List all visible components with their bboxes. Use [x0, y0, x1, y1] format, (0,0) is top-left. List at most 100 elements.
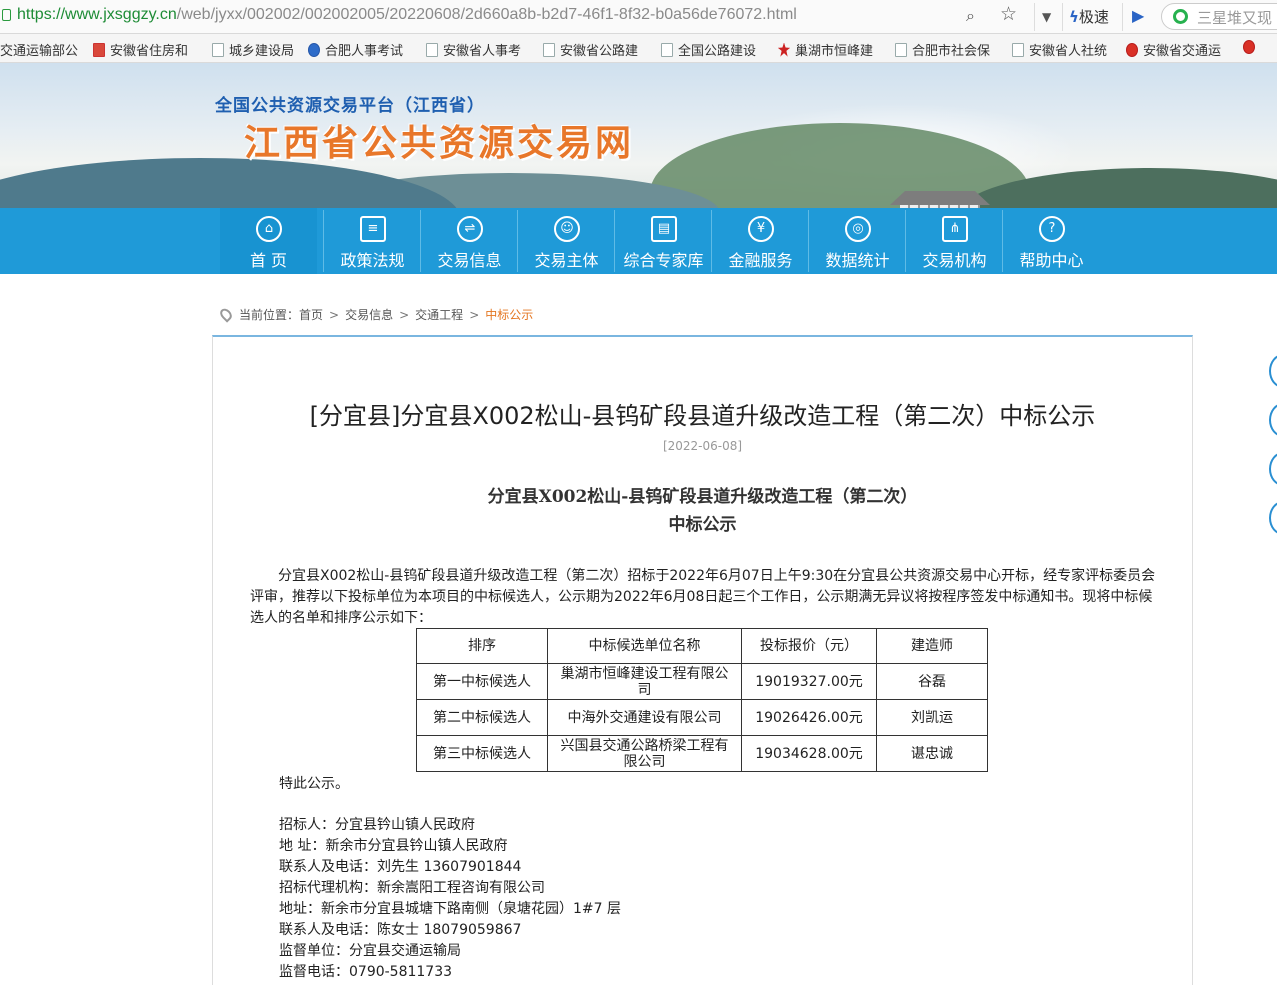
- nav-item-trade-info[interactable]: ⇌ 交易信息: [421, 208, 518, 274]
- table-header: 排序: [416, 628, 548, 664]
- page-icon: [2, 9, 11, 21]
- org-chart-icon: ⋔: [942, 216, 968, 242]
- contact-line: 联系人及电话：刘先生 13607901844: [279, 859, 522, 875]
- contact-line: 监督电话：0790-5811733: [279, 964, 453, 980]
- bookmark-item[interactable]: 安徽省人社统: [1012, 40, 1107, 59]
- subtitle-line: 中标公示: [668, 515, 737, 535]
- bookmark-item[interactable]: 全国公路建设: [661, 40, 756, 59]
- bookmark-item[interactable]: 巢湖市恒峰建: [778, 40, 873, 59]
- speed-mode-button[interactable]: ϟ极速: [1069, 6, 1109, 27]
- bookmark-label: 安徽省人社统: [1029, 44, 1108, 59]
- breadcrumb-link[interactable]: 交易信息: [345, 306, 393, 323]
- table-cell: 巢湖市恒峰建设工程有限公司: [547, 663, 742, 700]
- table-header: 建造师: [876, 628, 988, 664]
- bookmark-label: 安徽省交通运: [1143, 44, 1222, 59]
- address-bar: https://www.jxsggzy.cn/web/jyxx/002002/0…: [0, 0, 1277, 34]
- table-header-row: 排序 中标候选单位名称 投标报价（元） 建造师: [416, 628, 988, 664]
- nav-item-finance[interactable]: ¥ 金融服务: [712, 208, 809, 274]
- float-button[interactable]: [1269, 452, 1277, 486]
- user-icon: ☺: [554, 216, 580, 242]
- table-cell: 第三中标候选人: [416, 735, 548, 772]
- article-date: [2022-06-08]: [662, 439, 743, 453]
- bookmark-item[interactable]: 安徽省人事考: [426, 40, 521, 59]
- url-host: https://www.jxsggzy.cn: [17, 6, 177, 23]
- bookmark-item[interactable]: 城乡建设局: [212, 40, 294, 59]
- play-icon[interactable]: ▶: [1132, 6, 1144, 25]
- bookmark-item[interactable]: 安徽省住房和: [93, 40, 188, 59]
- nav-label: 政策法规: [340, 251, 405, 270]
- subtitle-line: 分宜县X002松山-县钨矿段县道升级改造工程（第二次）: [487, 487, 918, 507]
- nav-item-home[interactable]: ⌂ 首 页: [220, 208, 317, 274]
- search-box[interactable]: 三星堆又现: [1161, 3, 1277, 30]
- search-text: 三星堆又现: [1197, 9, 1273, 27]
- bookmark-label: 合肥人事考试: [325, 44, 404, 59]
- bookmark-item[interactable]: 合肥人事考试: [308, 40, 403, 59]
- float-button[interactable]: [1269, 403, 1277, 437]
- nav-label: 交易信息: [437, 251, 502, 270]
- float-button[interactable]: [1269, 354, 1277, 388]
- page-icon: [212, 42, 224, 57]
- page-icon: [661, 42, 673, 57]
- star-icon[interactable]: ☆: [1000, 3, 1017, 25]
- table-cell: 19026426.00元: [741, 699, 877, 736]
- closing-text: 特此公示。: [279, 776, 349, 792]
- exchange-icon: ⇌: [457, 216, 483, 242]
- url-input[interactable]: https://www.jxsggzy.cn/web/jyxx/002002/0…: [17, 6, 797, 24]
- speed-mode-label: 极速: [1078, 8, 1109, 26]
- contact-line: 监督单位：分宜县交通运输局: [279, 943, 461, 959]
- nav-item-policy[interactable]: ≡ 政策法规: [324, 208, 421, 274]
- contact-line: 招标人：分宜县钤山镇人民政府: [279, 817, 475, 833]
- breadcrumb-link[interactable]: 交通工程: [415, 306, 463, 323]
- bookmark-label: 安徽省人事考: [443, 44, 522, 59]
- id-card-icon: ▤: [651, 216, 677, 242]
- nav-label: 综合专家库: [623, 251, 704, 270]
- table-header: 投标报价（元）: [741, 628, 877, 664]
- float-button[interactable]: [1269, 501, 1277, 535]
- page-icon: [426, 42, 438, 57]
- nav-item-help[interactable]: ? 帮助中心: [1003, 208, 1100, 274]
- banner-subtitle: 全国公共资源交易平台（江西省）: [215, 96, 485, 116]
- nav-label: 数据统计: [825, 251, 890, 270]
- main-nav: ⌂ 首 页 ≡ 政策法规 ⇌ 交易信息 ☺ 交易主体 ▤ 综合专家库 ¥ 金融服…: [0, 208, 1277, 274]
- home-icon: ⌂: [256, 216, 282, 242]
- emblem-icon: [1243, 40, 1255, 54]
- location-pin-icon: [217, 306, 235, 323]
- table-header: 中标候选单位名称: [547, 628, 742, 664]
- page-icon: [1012, 42, 1024, 57]
- help-icon: ?: [1039, 216, 1065, 242]
- nav-item-statistics[interactable]: ◎ 数据统计: [809, 208, 906, 274]
- lightning-icon: ϟ: [1069, 8, 1079, 26]
- table-row: 第一中标候选人 巢湖市恒峰建设工程有限公司 19019327.00元 谷磊: [416, 663, 988, 700]
- article-title: [分宜县]分宜县X002松山-县钨矿段县道升级改造工程（第二次）中标公示: [309, 402, 1096, 430]
- nav-item-trade-entity[interactable]: ☺ 交易主体: [518, 208, 615, 274]
- nav-item-institutions[interactable]: ⋔ 交易机构: [906, 208, 1003, 274]
- table-cell: 19034628.00元: [741, 735, 877, 772]
- breadcrumb-current: 中标公示: [485, 308, 534, 322]
- search-icon[interactable]: ⌕: [966, 6, 975, 26]
- page-icon: [895, 42, 907, 57]
- table-cell: 谌忠诚: [876, 735, 988, 772]
- contact-line: 地址：新余市分宜县城塘下路南侧（泉塘花园）1#7 层: [279, 901, 621, 917]
- contact-line: 招标代理机构：新余嵩阳工程咨询有限公司: [279, 880, 545, 896]
- banner-title: 江西省公共资源交易网: [244, 123, 635, 164]
- yen-icon: ¥: [748, 216, 774, 242]
- contact-line: 联系人及电话：陈女士 18079059867: [279, 922, 522, 938]
- bookmark-item[interactable]: [1243, 40, 1260, 54]
- bookmarks-bar: 交通运输部公 安徽省住房和 城乡建设局 合肥人事考试 安徽省人事考 安徽省公路建…: [0, 34, 1277, 63]
- candidates-table: 排序 中标候选单位名称 投标报价（元） 建造师 第一中标候选人 巢湖市恒峰建设工…: [416, 628, 988, 772]
- dropdown-icon[interactable]: ▼: [1042, 10, 1051, 24]
- bookmark-item[interactable]: 交通运输部公: [0, 40, 78, 59]
- bookmark-label: 安徽省住房和: [110, 44, 189, 59]
- nav-item-experts[interactable]: ▤ 综合专家库: [615, 208, 712, 274]
- bookmark-item[interactable]: 合肥市社会保: [895, 40, 990, 59]
- table-cell: 刘凯运: [876, 699, 988, 736]
- table-row: 第二中标候选人 中海外交通建设有限公司 19026426.00元 刘凯运: [416, 699, 988, 736]
- breadcrumb: 当前位置： 首页 > 交易信息 > 交通工程 > 中标公示: [217, 306, 534, 323]
- intro-paragraph: 分宜县X002松山-县钨矿段县道升级改造工程（第二次）招标于2022年6月07日…: [250, 568, 1156, 626]
- pavilion-image: [890, 191, 990, 208]
- bookmark-label: 合肥市社会保: [912, 44, 991, 59]
- breadcrumb-link[interactable]: 首页: [299, 306, 323, 323]
- bookmark-item[interactable]: 安徽省公路建: [543, 40, 638, 59]
- bookmark-item[interactable]: 安徽省交通运: [1126, 40, 1221, 59]
- table-cell: 19019327.00元: [741, 663, 877, 700]
